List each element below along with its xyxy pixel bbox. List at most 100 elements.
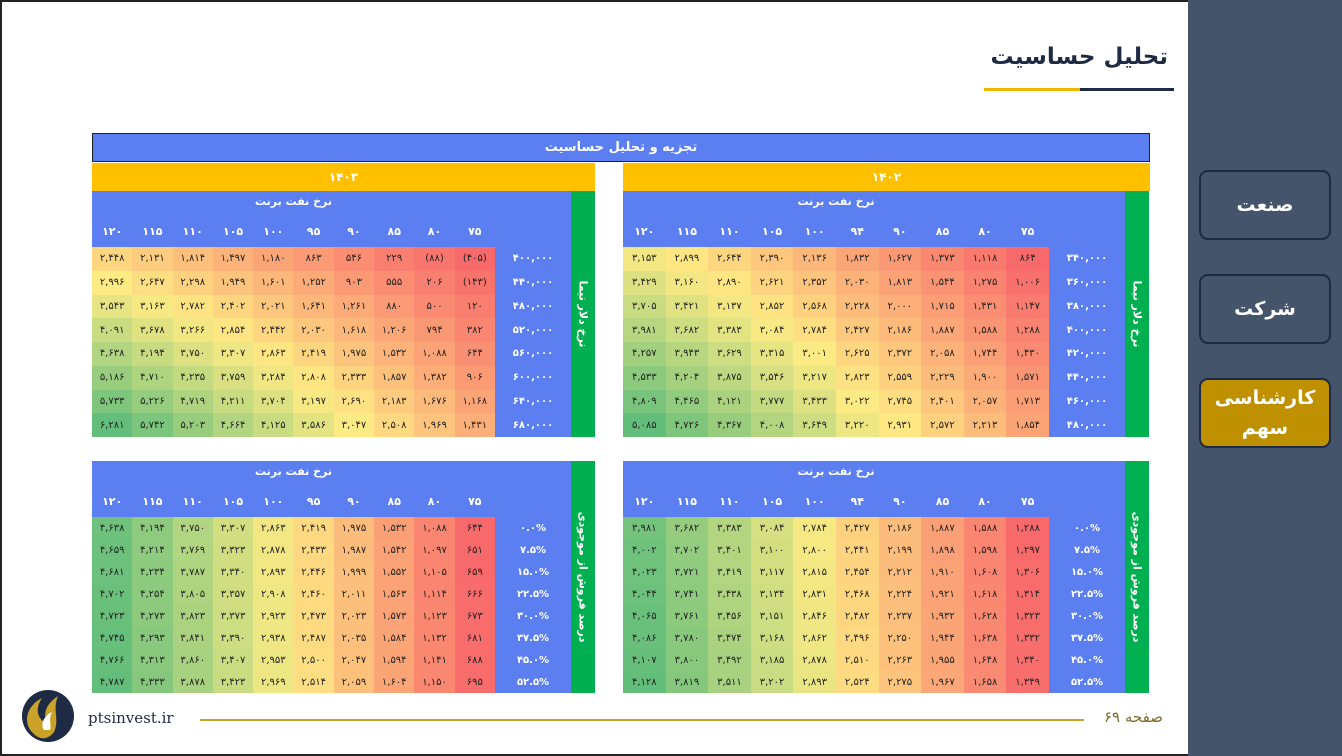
column-header: ۱۰۵ [762,225,783,238]
table-cell: ۲,۱۳۶ [793,247,836,271]
table-cell: ۲,۴۹۶ [835,627,879,649]
side-header-label: نرخ دلار نیما [1130,280,1144,348]
table-cell: ۱,۹۶۹ [414,413,455,437]
table-cell: ۴,۱۲۱ [708,389,751,414]
table-cell: ۳,۶۸۲ [665,517,709,539]
table-cell: ۲,۵۶۸ [793,294,836,319]
table-cell: ۵۵۵ [374,270,415,295]
table-cell: ۳,۱۶۳ [132,294,173,319]
table-cell: ۲,۴۸۷ [293,627,334,649]
row-header: ۳۶۰,۰۰۰ [1066,277,1108,289]
table-cell: ۲,۵۰۰ [293,649,334,671]
table-cell: ۱,۰۸۸ [414,342,455,366]
table-cell: ۴,۷۱۰ [132,365,173,390]
table-cell: ۲,۸۹۹ [665,247,709,271]
table-cell: ۲,۲۲۹ [921,365,964,390]
table-cell: ۱,۹۷۵ [333,517,375,539]
table-cell: ۲,۸۲۳ [835,365,879,390]
table-cell: ۲,۱۹۹ [878,539,922,561]
table-cell: ۲,۸۰۰ [793,539,836,561]
table-row: ۴,۶۸۱ ۴,۲۳۴ ۳,۷۸۷ ۳,۳۴۰ ۲,۸۹۳ ۲,۴۴۶ ۱,۹۹۹ ۱,۵۵۲… [92,561,495,583]
sidebar-item-stock-valuation[interactable]: کارشناسی سهم [1199,378,1331,448]
row-header: ۱۵.۰% [1070,566,1104,578]
table-row: ۴,۱۲۸ ۳,۸۱۹ ۳,۵۱۱ ۳,۲۰۲ ۲,۸۹۳ ۲,۵۲۴ ۲,۲۷۵ ۱,۹۶۷… [623,671,1049,693]
table-cell: ۱,۲۸۸ [1006,517,1049,539]
table-cell: ۲,۴۷۳ [293,605,334,627]
table-cell: ۴,۱۹۴ [132,342,173,366]
row-header: ۷.۵% [519,544,547,556]
table-cell: ۲,۱۸۳ [374,389,415,414]
table-cell: ۱,۵۸۴ [374,627,415,649]
column-header: ۱۱۰ [182,225,203,238]
table-cell: ۲,۴۰۲ [212,294,254,319]
table-row: ۴,۰۴۴ ۳,۷۴۱ ۳,۴۳۸ ۳,۱۳۴ ۲,۸۳۱ ۲,۴۶۸ ۲,۲۲۴ ۱,۹۲۱… [623,583,1049,605]
table-cell: ۱,۸۹۸ [921,539,964,561]
table-cell: ۸۶۴ [1006,247,1049,271]
table-cell: ۲,۵۷۲ [921,413,964,437]
table-cell: ۴,۰۸۶ [623,627,666,649]
table-cell: ۹۰۳ [333,270,375,295]
oil-price-header: نرخ نفت برنت [797,195,875,208]
table-cell: ۴,۷۲۶ [665,413,709,437]
table-row: ۴,۸۰۹ ۴,۴۶۵ ۴,۱۲۱ ۳,۷۷۷ ۳,۴۳۳ ۳,۰۲۲ ۲,۷۴۵ ۲,۴۰۱… [623,389,1049,414]
table-cell: ۲,۵۰۸ [374,413,415,437]
row-header: ۳۷.۵% [516,632,550,644]
table-cell: ۱,۲۶۱ [333,294,375,319]
oil-price-header: نرخ نفت برنت [797,465,875,478]
column-header: ۹۰ [893,495,907,508]
table-cell: ۱,۹۶۷ [921,671,964,693]
table-cell: ۸۶۳ [293,247,334,271]
column-headers: ۱۲۰ ۱۱۵ ۱۱۰ ۱۰۵ ۱۰۰ ۹۴ ۹۰ ۸۵ ۸۰ ۷۵ [623,491,1049,513]
table-cell: ۳,۵۸۶ [293,413,334,437]
table-cell: ۱,۵۸۸ [963,517,1007,539]
row-header: ۴۰۰,۰۰۰ [1066,324,1108,336]
table-cell: ۴,۲۷۳ [132,605,173,627]
table-cell: ۳,۴۳۳ [793,389,836,414]
column-header: ۱۱۰ [719,495,740,508]
table-cell: ۶۸۸ [454,649,495,671]
table-cell: ۴,۰۲۳ [623,561,666,583]
table-cell: ۲,۲۹۸ [172,270,213,295]
table-cell: ۱,۵۴۴ [921,270,964,295]
website-url[interactable]: ptsinvest.ir [88,709,174,727]
table-cell: ۱,۶۰۸ [963,561,1007,583]
table-cell: ۳,۷۲۱ [665,561,709,583]
table-cell: ۴,۱۲۸ [623,671,666,693]
table-cell: ۴,۱۲۵ [253,413,294,437]
table-cell: ۲,۹۳۸ [253,627,294,649]
table-cell: ۲,۶۴۷ [132,270,173,295]
table-cell: ۱,۰۰۶ [1006,270,1049,295]
table-cell: ۴,۶۳۸ [92,342,133,366]
page-title: تحلیل حساسیت [990,44,1169,70]
column-header: ۱۱۵ [142,495,163,508]
row-headers: ۰.۰% ۷.۵% ۱۵.۰% ۲۲.۵% ۳۰.۰% ۳۷.۵% ۴۵.۰% ۵۲.۵% [495,517,571,693]
table-cell: ۶۶۶ [454,583,495,605]
table-cell: ۱,۵۶۳ [374,583,415,605]
table-cell: ۲,۴۴۱ [835,539,879,561]
table-cell: ۵,۲۰۳ [172,413,213,437]
table-row: ۴,۰۹۱ ۳,۶۷۸ ۳,۲۶۶ ۲,۸۵۴ ۲,۴۴۲ ۲,۰۳۰ ۱,۶۱۸ ۱,۲۰۶… [92,318,495,342]
sensitivity-block-1402-dollar: نرخ دلار نیما نرخ نفت برنت ۱۲۰ ۱۱۵ ۱۱۰ ۱۰۵ ۱۰۰… [623,191,1149,437]
row-headers: ۰.۰% ۷.۵% ۱۵.۰% ۲۲.۵% ۳۰.۰% ۳۷.۵% ۴۵.۰% ۵۲.۵% [1049,517,1125,693]
side-header-label: درصد فروش از موجودی [576,511,590,643]
sidebar-item-industry[interactable]: صنعت [1199,170,1331,240]
table-cell: ۳,۳۷۳ [212,605,254,627]
table-cell: ۲,۴۳۳ [293,539,334,561]
table-cell: ۳,۴۰۷ [212,649,254,671]
column-header: ۱۲۰ [102,225,123,238]
table-cell: ۱,۳۴۹ [1006,671,1049,693]
sidebar-item-company[interactable]: شرکت [1199,274,1331,344]
table-cell: ۳,۰۲۲ [835,389,879,414]
table-cell: ۳,۱۳۷ [708,294,751,319]
year-header-left: ۱۴۰۳ [92,163,595,191]
table-cell: ۱,۱۰۵ [414,561,455,583]
table-cell: ۱,۴۹۷ [212,247,254,271]
table-cell: ۱,۳۳۲ [1006,627,1049,649]
table-cell: ۲,۳۳۳ [333,365,375,390]
table-cell: ۲,۴۸۲ [835,605,879,627]
table-cell: ۲,۶۲۵ [835,342,879,366]
table-cell: ۱,۱۶۸ [454,389,495,414]
table-cell: ۳,۲۸۴ [253,365,294,390]
table-cell: ۳,۷۶۱ [665,605,709,627]
table-cell: ۳۸۲ [454,318,495,342]
